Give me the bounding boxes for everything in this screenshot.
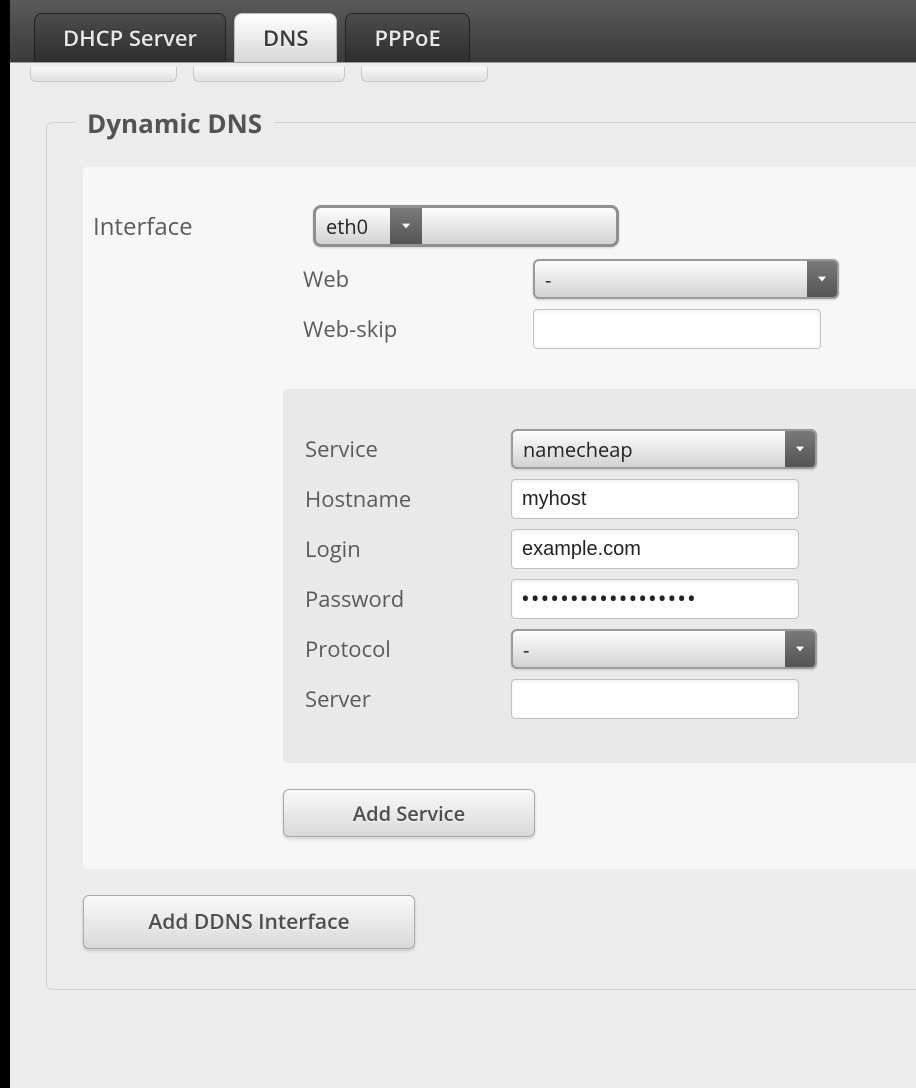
service-select[interactable]: namecheap bbox=[511, 429, 817, 469]
button-label: Add DDNS Interface bbox=[148, 908, 349, 936]
web-label: Web bbox=[303, 264, 533, 294]
service-label: Service bbox=[305, 434, 511, 464]
add-service-button[interactable]: Add Service bbox=[283, 789, 535, 837]
app-root: DHCP Server DNS PPPoE Dynamic DNS Interf… bbox=[10, 0, 916, 1088]
protocol-select-value: - bbox=[513, 631, 785, 667]
interface-label: Interface bbox=[93, 210, 313, 243]
protocol-label: Protocol bbox=[305, 634, 511, 664]
subtab-pill[interactable] bbox=[361, 67, 488, 82]
tab-label: DHCP Server bbox=[63, 23, 197, 53]
subtab-pill[interactable] bbox=[193, 67, 345, 82]
subtab-strip bbox=[10, 63, 916, 82]
interface-select[interactable]: eth0 bbox=[313, 205, 619, 247]
subtab-pill[interactable] bbox=[30, 67, 177, 82]
chevron-down-icon bbox=[785, 631, 815, 667]
hostname-input[interactable] bbox=[511, 479, 799, 519]
server-input[interactable] bbox=[511, 679, 799, 719]
tab-dhcp-server[interactable]: DHCP Server bbox=[34, 13, 226, 62]
webskip-input[interactable] bbox=[533, 309, 821, 349]
ddns-panel: Interface eth0 Web - bbox=[83, 167, 916, 869]
chevron-down-icon bbox=[390, 208, 422, 244]
tab-label: PPPoE bbox=[374, 23, 440, 53]
password-label: Password bbox=[305, 584, 511, 614]
webskip-label: Web-skip bbox=[303, 314, 533, 344]
login-label: Login bbox=[305, 534, 511, 564]
password-mask: •••••••••••••••••• bbox=[522, 587, 698, 611]
tab-label: DNS bbox=[263, 23, 308, 53]
dynamic-dns-section: Dynamic DNS Interface eth0 Web bbox=[46, 122, 916, 990]
protocol-select[interactable]: - bbox=[511, 629, 817, 669]
main-tabbar: DHCP Server DNS PPPoE bbox=[10, 0, 916, 63]
login-input[interactable] bbox=[511, 529, 799, 569]
service-block: Service namecheap Hostname bbox=[283, 389, 916, 763]
add-ddns-interface-button[interactable]: Add DDNS Interface bbox=[83, 895, 415, 949]
tab-dns[interactable]: DNS bbox=[234, 13, 337, 62]
service-select-value: namecheap bbox=[513, 431, 785, 467]
web-select-value: - bbox=[535, 261, 807, 297]
server-label: Server bbox=[305, 684, 511, 714]
hostname-label: Hostname bbox=[305, 484, 511, 514]
chevron-down-icon bbox=[785, 431, 815, 467]
interface-select-value: eth0 bbox=[316, 208, 390, 244]
button-label: Add Service bbox=[353, 800, 465, 827]
chevron-down-icon bbox=[807, 261, 837, 297]
web-select[interactable]: - bbox=[533, 259, 839, 299]
section-legend: Dynamic DNS bbox=[75, 105, 274, 141]
password-input[interactable]: •••••••••••••••••• bbox=[511, 579, 799, 619]
tab-pppoe[interactable]: PPPoE bbox=[345, 13, 469, 62]
